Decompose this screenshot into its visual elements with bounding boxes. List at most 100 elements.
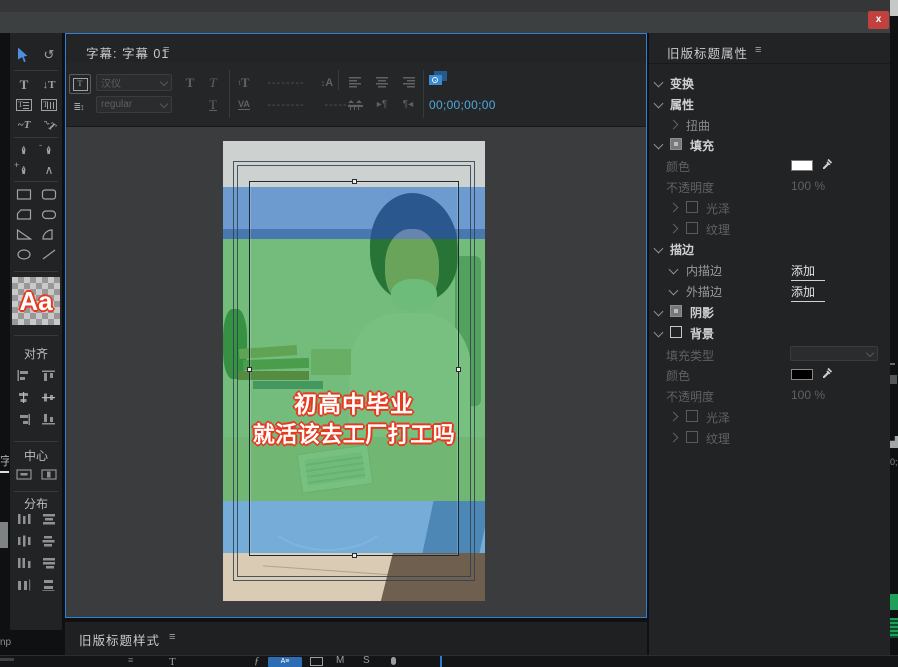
distribute-vertical-bottom[interactable] bbox=[37, 554, 61, 572]
strip-mute-button[interactable]: M bbox=[336, 655, 344, 666]
prop-row-fill-texture[interactable]: 纹理 bbox=[649, 219, 890, 238]
subtitle-text[interactable]: 初高中毕业 就活该去工厂打工吗 bbox=[249, 389, 459, 450]
strip-solo-button[interactable]: S bbox=[363, 655, 370, 666]
distribute-horizontal-right[interactable] bbox=[12, 554, 36, 572]
arc-tool[interactable] bbox=[37, 225, 61, 243]
titler-panel-menu-icon[interactable]: ≡ bbox=[163, 44, 169, 56]
close-button[interactable]: x bbox=[868, 11, 889, 29]
prop-row-fill-sheen[interactable]: 光泽 bbox=[649, 198, 890, 217]
distribute-vertical-top[interactable] bbox=[37, 510, 61, 528]
vertical-path-type-tool[interactable]: ~T bbox=[34, 111, 64, 140]
kerning-value[interactable]: -------- bbox=[259, 96, 313, 113]
dialog-titlebar[interactable] bbox=[0, 0, 890, 33]
prop-row-outer-strokes[interactable]: 外描边添加 bbox=[649, 281, 890, 300]
titler-canvas[interactable]: 初高中毕业 就活该去工厂打工吗 bbox=[66, 127, 646, 617]
distribute-vertical-center[interactable] bbox=[37, 532, 61, 550]
tab-stops-button[interactable] bbox=[346, 96, 366, 112]
prop-row-transform[interactable]: 变换 bbox=[649, 73, 890, 92]
distribute-horizontal-center[interactable] bbox=[12, 532, 36, 550]
align-right-button[interactable] bbox=[398, 74, 418, 90]
convert-anchor-tool[interactable]: ∧ bbox=[37, 161, 61, 179]
selection-tool[interactable] bbox=[12, 46, 36, 64]
fill-checkbox[interactable] bbox=[670, 138, 682, 150]
show-background-video-button[interactable] bbox=[429, 71, 449, 88]
bold-button[interactable]: T bbox=[181, 74, 199, 91]
align-horizontal-center[interactable] bbox=[12, 388, 36, 406]
selection-handle[interactable] bbox=[352, 179, 357, 184]
fill-type-select[interactable] bbox=[790, 346, 878, 361]
round-rectangle-tool[interactable] bbox=[37, 205, 61, 223]
type-tool[interactable]: T bbox=[12, 76, 36, 94]
center-horizontal[interactable] bbox=[12, 465, 36, 483]
line-tool[interactable] bbox=[37, 245, 61, 263]
area-type-tool[interactable]: T bbox=[12, 96, 36, 114]
prop-row-bg-texture[interactable]: 纹理 bbox=[649, 428, 890, 447]
delete-anchor-tool[interactable]: -✒ bbox=[37, 141, 61, 159]
style-preview-swatch[interactable]: Aa bbox=[12, 277, 60, 325]
styles-panel-menu-icon[interactable]: ≡ bbox=[169, 631, 175, 643]
align-vertical-top[interactable] bbox=[37, 366, 61, 384]
bg-texture-checkbox[interactable] bbox=[686, 431, 698, 443]
texture-checkbox[interactable] bbox=[686, 222, 698, 234]
bg-opacity-value[interactable]: 100 % bbox=[791, 388, 825, 402]
font-size-value[interactable]: -------- bbox=[259, 74, 313, 91]
align-horizontal-right[interactable] bbox=[12, 410, 36, 428]
italic-button[interactable]: T bbox=[204, 74, 222, 91]
paragraph-ltr-button[interactable]: ▸¶ bbox=[372, 96, 392, 112]
align-v-center-icon bbox=[42, 392, 56, 403]
shadow-checkbox[interactable] bbox=[670, 305, 682, 317]
background-color-swatch[interactable] bbox=[791, 369, 813, 380]
vertical-type-tool[interactable]: ↓T bbox=[37, 76, 61, 94]
prop-row-fill[interactable]: 填充 bbox=[649, 135, 890, 154]
roll-crawl-button[interactable]: ≣↕ bbox=[69, 98, 89, 116]
center-vertical[interactable] bbox=[37, 465, 61, 483]
fill-color-swatch[interactable] bbox=[791, 160, 813, 171]
prop-row-shadow[interactable]: 阴影 bbox=[649, 302, 890, 321]
vertical-area-type-tool[interactable]: T bbox=[37, 96, 61, 114]
prop-row-strokes[interactable]: 描边 bbox=[649, 239, 890, 258]
path-type-tool[interactable]: ~T bbox=[12, 116, 36, 134]
clipped-corner-rectangle-tool[interactable] bbox=[12, 205, 36, 223]
eyedropper-icon[interactable] bbox=[821, 157, 834, 170]
text-selection-box[interactable] bbox=[249, 181, 459, 556]
align-left-button[interactable] bbox=[346, 74, 366, 90]
prop-row-bg-sheen[interactable]: 光泽 bbox=[649, 407, 890, 426]
selection-handle[interactable] bbox=[247, 367, 252, 372]
sheen-checkbox[interactable] bbox=[686, 201, 698, 213]
strip-caption-button[interactable]: A≡ bbox=[268, 657, 302, 667]
strip-mic-icon[interactable] bbox=[391, 657, 396, 665]
selection-handle[interactable] bbox=[456, 367, 461, 372]
bg-sheen-checkbox[interactable] bbox=[686, 410, 698, 422]
add-outer-stroke-link[interactable]: 添加 bbox=[791, 283, 825, 302]
wedge-tool[interactable] bbox=[12, 225, 36, 243]
prop-row-inner-strokes[interactable]: 内描边添加 bbox=[649, 260, 890, 279]
new-title-button[interactable]: T bbox=[69, 74, 91, 94]
pen-tool[interactable]: ✒ bbox=[12, 141, 36, 159]
underline-button[interactable]: T bbox=[204, 96, 222, 113]
prop-row-background[interactable]: 背景 bbox=[649, 323, 890, 342]
add-anchor-tool[interactable]: +✒ bbox=[12, 161, 36, 179]
prop-row-distort[interactable]: 扭曲 bbox=[649, 115, 890, 134]
selection-handle[interactable] bbox=[352, 553, 357, 558]
rectangle-tool[interactable] bbox=[12, 185, 36, 203]
rotation-tool[interactable]: ↺ bbox=[37, 46, 61, 64]
font-family-select[interactable]: 汉仪 bbox=[96, 74, 172, 91]
timecode-display[interactable]: 00;00;00;00 bbox=[429, 98, 496, 112]
distribute-vertical-even[interactable] bbox=[37, 576, 61, 594]
paragraph-rtl-button[interactable]: ¶◂ bbox=[398, 96, 418, 112]
properties-panel-menu-icon[interactable]: ≡ bbox=[755, 44, 761, 56]
distribute-horizontal-left[interactable] bbox=[12, 510, 36, 528]
eyedropper-icon[interactable] bbox=[821, 366, 834, 379]
align-horizontal-left[interactable] bbox=[12, 366, 36, 384]
font-style-select[interactable]: regular bbox=[96, 96, 172, 113]
fill-opacity-value[interactable]: 100 % bbox=[791, 179, 825, 193]
add-inner-stroke-link[interactable]: 添加 bbox=[791, 262, 825, 281]
align-center-button[interactable] bbox=[372, 74, 392, 90]
align-vertical-center[interactable] bbox=[37, 388, 61, 406]
rounded-rectangle-tool[interactable] bbox=[37, 185, 61, 203]
prop-row-properties[interactable]: 属性 bbox=[649, 94, 890, 113]
background-checkbox[interactable] bbox=[670, 326, 682, 338]
distribute-horizontal-even[interactable] bbox=[12, 576, 36, 594]
ellipse-tool[interactable] bbox=[12, 245, 36, 263]
align-vertical-bottom[interactable] bbox=[37, 410, 61, 428]
